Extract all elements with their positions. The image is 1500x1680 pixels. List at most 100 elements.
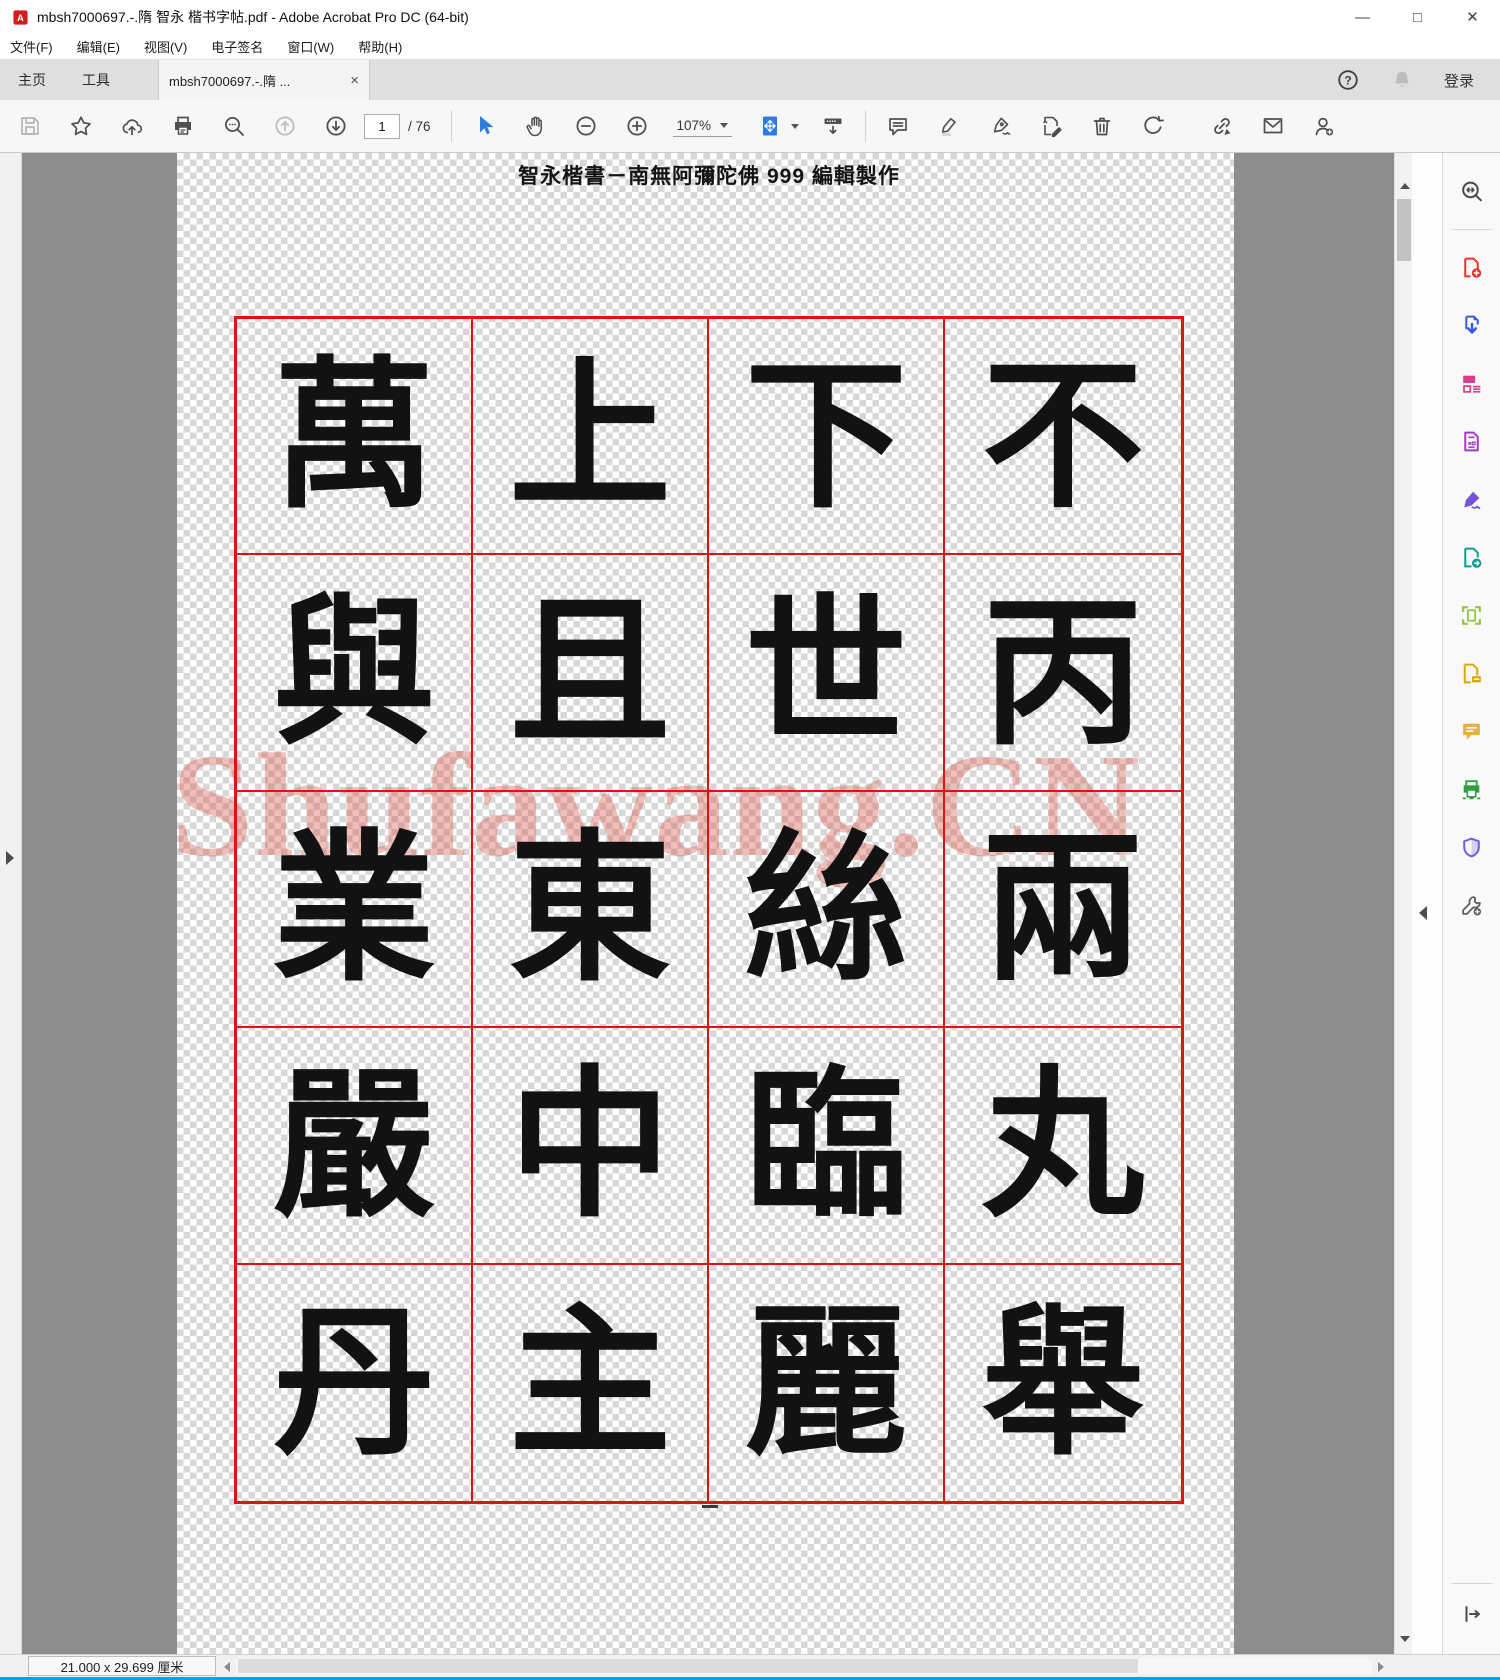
convert-document-icon[interactable] — [1459, 429, 1484, 454]
close-button[interactable]: ✕ — [1445, 0, 1500, 34]
page-title: 智永楷書－南無阿彌陀佛 999 編輯製作 — [518, 165, 900, 188]
horizontal-scroll-thumb[interactable] — [238, 1659, 1138, 1673]
comment-tool-icon[interactable] — [1459, 719, 1484, 744]
minimize-button[interactable]: — — [1335, 0, 1390, 34]
menu-edit[interactable]: 编辑(E) — [65, 34, 132, 60]
menu-bar: 文件(F) 编辑(E) 视图(V) 电子签名 窗口(W) 帮助(H) — [0, 34, 1500, 60]
send-for-signature-icon[interactable] — [1459, 545, 1484, 570]
pdf-page[interactable]: 智永楷書－南無阿彌陀佛 999 編輯製作 Shufawang.CN 萬上下不與且… — [171, 153, 1234, 1654]
zoom-dropdown-caret-icon — [720, 122, 729, 128]
vertical-scroll-thumb[interactable] — [1397, 199, 1411, 261]
maximize-button[interactable]: □ — [1390, 0, 1445, 34]
sign-pen-icon[interactable] — [988, 114, 1012, 138]
menu-view[interactable]: 视图(V) — [132, 34, 199, 60]
rotate-icon[interactable] — [1141, 114, 1165, 138]
favorite-star-icon[interactable] — [69, 114, 93, 138]
previous-page-icon[interactable] — [273, 114, 297, 138]
organize-pages-icon[interactable] — [1459, 371, 1484, 396]
calligraphy-cell: 上 — [473, 319, 709, 556]
calligraphy-cell: 絲 — [709, 791, 945, 1029]
tools-panel — [1442, 153, 1500, 1654]
calligraphy-cell: 萬 — [237, 319, 473, 556]
next-page-icon[interactable] — [324, 114, 348, 138]
select-tool-icon[interactable] — [472, 114, 496, 138]
panel-gutter — [1412, 153, 1442, 1654]
menu-window[interactable]: 窗口(W) — [275, 34, 346, 60]
calligraphy-cell: 嚴 — [237, 1028, 473, 1265]
sign-in-button[interactable]: 登录 — [1444, 70, 1474, 91]
collapse-tools-panel-icon[interactable] — [1419, 906, 1427, 920]
search-tools-icon[interactable] — [1459, 179, 1484, 204]
zoom-out-icon[interactable] — [574, 114, 598, 138]
link-icon[interactable] — [1210, 114, 1234, 138]
expand-tools-panel-icon[interactable] — [1460, 1602, 1484, 1626]
help-icon[interactable]: ? — [1336, 68, 1360, 92]
page-footer-dash — [702, 1505, 718, 1508]
calligraphy-cell: 中 — [473, 1028, 709, 1265]
create-pdf-icon[interactable] — [1459, 255, 1484, 280]
fit-page-icon — [763, 116, 778, 136]
tab-home[interactable]: 主页 — [0, 60, 64, 100]
vertical-scrollbar[interactable] — [1394, 153, 1412, 1654]
calligraphy-cell: 下 — [709, 319, 945, 556]
tab-close-icon[interactable]: × — [350, 72, 359, 89]
calligraphy-cell: 不 — [945, 319, 1181, 556]
comment-icon[interactable] — [886, 114, 910, 138]
fit-page-control[interactable] — [758, 114, 800, 138]
scroll-right-icon[interactable] — [1378, 1662, 1384, 1672]
print-icon[interactable] — [171, 114, 195, 138]
acrobat-pdf-icon: A — [13, 9, 28, 25]
scan-and-ocr-icon[interactable] — [1459, 777, 1484, 802]
calligraphy-cell: 舉 — [982, 1287, 1144, 1478]
more-tools-icon[interactable] — [1459, 893, 1484, 918]
menu-file[interactable]: 文件(F) — [0, 34, 65, 60]
scroll-down-icon[interactable] — [1400, 1636, 1410, 1642]
main-area: 智永楷書－南無阿彌陀佛 999 編輯製作 Shufawang.CN 萬上下不與且… — [0, 153, 1500, 1654]
calligraphy-cell: 世 — [709, 555, 945, 792]
horizontal-scrollbar[interactable] — [236, 1658, 1372, 1674]
protect-pdf-icon[interactable] — [1459, 835, 1484, 860]
navigation-pane-strip — [0, 153, 22, 1654]
page-number-input[interactable] — [364, 113, 400, 139]
calligraphy-cell: 東 — [473, 791, 709, 1029]
calligraphy-cell: 丙 — [945, 555, 1181, 792]
calligraphy-cell: 與 — [237, 555, 473, 792]
svg-text:?: ? — [1344, 73, 1351, 87]
crop-pages-icon[interactable] — [1459, 603, 1484, 628]
calligraphy-grid: 萬上下不與且世丙業東絲兩嚴中臨丸丹主麗舉 — [234, 316, 1184, 1504]
tools-panel-divider — [1451, 229, 1492, 230]
zoom-level-value: 107% — [676, 117, 712, 133]
fill-and-sign-tool-icon[interactable] — [1459, 487, 1484, 512]
status-bar: 21.000 x 29.699 厘米 — [0, 1654, 1500, 1677]
compress-pdf-icon[interactable] — [1459, 661, 1484, 686]
calligraphy-cell: 兩 — [945, 792, 1181, 1029]
menu-esign[interactable]: 电子签名 — [199, 34, 275, 60]
tab-tools[interactable]: 工具 — [64, 60, 128, 100]
svg-text:A: A — [17, 13, 24, 23]
menu-help[interactable]: 帮助(H) — [346, 34, 414, 60]
scroll-up-icon[interactable] — [1400, 183, 1410, 189]
hand-tool-icon[interactable] — [523, 114, 547, 138]
scroll-left-icon[interactable] — [224, 1662, 230, 1672]
cloud-upload-icon[interactable] — [120, 114, 144, 138]
search-icon[interactable] — [222, 114, 246, 138]
fit-page-caret-icon — [791, 123, 800, 129]
calligraphy-cell: 業 — [237, 791, 473, 1029]
delete-trash-icon[interactable] — [1090, 114, 1114, 138]
calligraphy-cell: 臨 — [709, 1028, 945, 1265]
notifications-bell-icon[interactable] — [1390, 68, 1414, 92]
expand-nav-pane-icon[interactable] — [6, 851, 14, 865]
tab-document[interactable]: mbsh7000697.-.隋 ... × — [158, 60, 370, 100]
toolbar-display-icon[interactable] — [821, 114, 845, 138]
window-title: mbsh7000697.-.隋 智永 楷书字帖.pdf - Adobe Acro… — [37, 9, 469, 25]
calligraphy-cell: 丸 — [945, 1028, 1181, 1265]
highlighter-icon[interactable] — [937, 114, 961, 138]
fill-and-sign-icon[interactable] — [1039, 114, 1063, 138]
zoom-level-control[interactable]: 107% — [672, 116, 733, 137]
document-canvas: 智永楷書－南無阿彌陀佛 999 編輯製作 Shufawang.CN 萬上下不與且… — [22, 153, 1394, 1654]
export-pdf-icon[interactable] — [1459, 313, 1484, 338]
add-user-icon[interactable] — [1312, 114, 1336, 138]
zoom-in-icon[interactable] — [625, 114, 649, 138]
save-icon[interactable] — [18, 114, 42, 138]
email-icon[interactable] — [1261, 114, 1285, 138]
